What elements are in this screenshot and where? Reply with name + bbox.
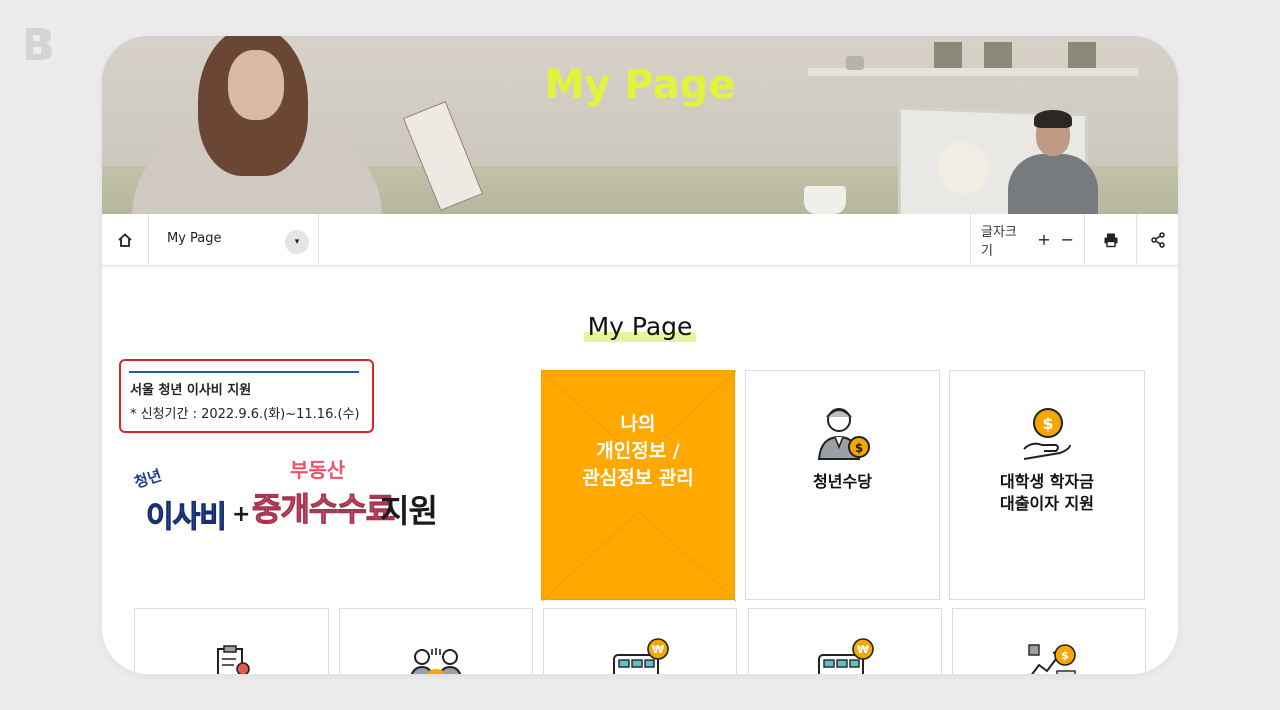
- chevron-down-icon[interactable]: ▾: [285, 230, 309, 254]
- promo-small-text: 청년: [132, 466, 164, 492]
- share-button[interactable]: [1136, 214, 1178, 266]
- promo-plus-text: +: [232, 502, 251, 527]
- print-button[interactable]: [1084, 214, 1136, 266]
- card-label: 나의 개인정보 / 관심정보 관리: [582, 413, 694, 489]
- section-title: My Page: [102, 312, 1178, 342]
- toolbar: My Page ▾ 글자크기 + −: [102, 214, 1178, 266]
- coin-hand-icon: $: [1023, 408, 1071, 460]
- promo-top-text: 부동산: [290, 458, 346, 482]
- promo-main-text: 이사비: [146, 500, 228, 536]
- card-bottom-3[interactable]: ₩: [543, 608, 737, 674]
- share-icon: [1150, 232, 1165, 248]
- promo-banner[interactable]: 청년 이사비 + 부동산 중개수수료 지원: [132, 454, 442, 544]
- card-youth-allowance[interactable]: $ 청년수당: [745, 370, 940, 600]
- home-icon: [118, 233, 132, 247]
- bus-won-icon: ₩: [818, 638, 874, 674]
- card-bottom-1[interactable]: [134, 608, 329, 674]
- meeting-icon: [410, 648, 462, 674]
- card-label: 청년수당: [813, 472, 872, 491]
- section-title-text: My Page: [583, 312, 697, 342]
- font-decrease-button[interactable]: −: [1061, 232, 1074, 248]
- person-money-icon: $: [817, 408, 870, 460]
- bus-won-icon: ₩: [613, 638, 669, 674]
- font-increase-button[interactable]: +: [1037, 232, 1050, 248]
- page-frame: My Page My Page ▾ 글자크기 + − My Page 서울 청년…: [102, 36, 1178, 674]
- brand-logo-icon: [26, 28, 52, 60]
- card-bottom-2[interactable]: [339, 608, 533, 674]
- font-size-label: 글자크기: [981, 225, 1017, 259]
- svg-text:$: $: [854, 441, 862, 455]
- page-select-label: My Page: [167, 231, 222, 246]
- page-select[interactable]: My Page ▾: [149, 214, 319, 266]
- card-bottom-5[interactable]: $: [952, 608, 1146, 674]
- hero-title: My Page: [544, 62, 736, 108]
- notice-box[interactable]: 서울 청년 이사비 지원 * 신청기간 : 2022.9.6.(화)~11.16…: [119, 359, 374, 433]
- home-button[interactable]: [102, 214, 149, 266]
- svg-text:$: $: [1061, 649, 1069, 662]
- svg-text:₩: ₩: [652, 643, 664, 656]
- card-label: 대학생 학자금 대출이자 지원: [1000, 472, 1094, 513]
- card-student-loan[interactable]: $ 대학생 학자금 대출이자 지원: [949, 370, 1145, 600]
- card-bottom-4[interactable]: ₩: [748, 608, 942, 674]
- font-size-control: 글자크기 + −: [970, 214, 1084, 266]
- card-personal-info[interactable]: 나의 개인정보 / 관심정보 관리: [541, 370, 736, 601]
- promo-black-text: 지원: [380, 492, 438, 530]
- growth-coin-icon: $: [1028, 644, 1076, 674]
- notice-period: * 신청기간 : 2022.9.6.(화)~11.16.(수): [130, 407, 360, 422]
- promo-pink-text: 중개수수료: [251, 490, 395, 529]
- svg-text:₩: ₩: [857, 643, 869, 656]
- clipboard-icon: [216, 645, 250, 674]
- hero-banner: My Page: [102, 36, 1178, 214]
- notice-title: 서울 청년 이사비 지원: [130, 383, 252, 398]
- print-icon: [1104, 233, 1117, 248]
- svg-text:$: $: [1042, 414, 1053, 433]
